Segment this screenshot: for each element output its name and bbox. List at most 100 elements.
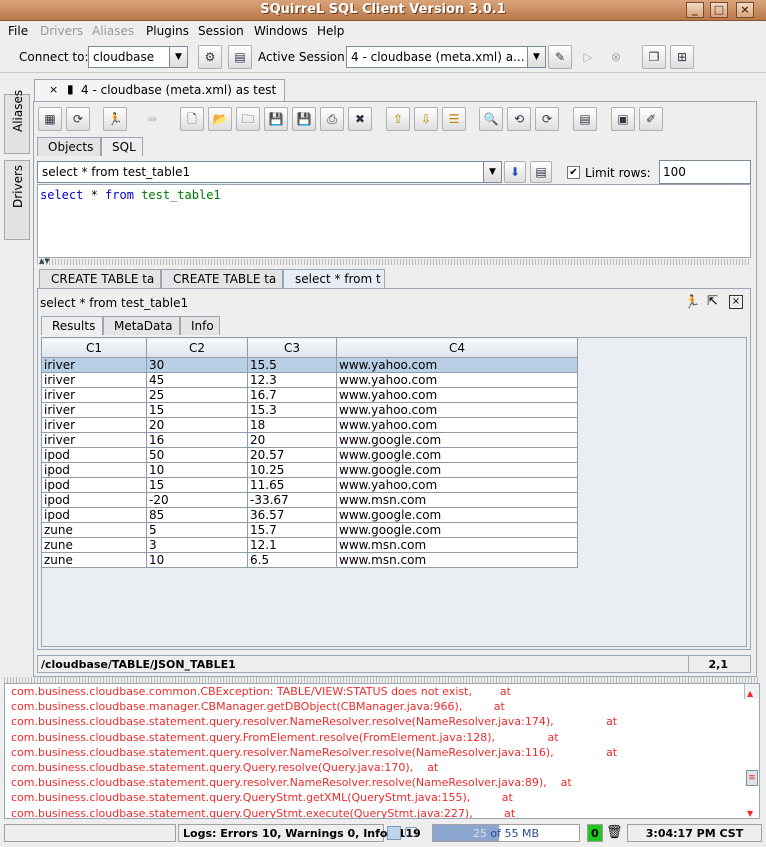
menu-session[interactable]: Session xyxy=(198,24,244,38)
sql-editor[interactable]: select * from test_table1 xyxy=(37,184,751,258)
maximize-button[interactable]: □ xyxy=(710,2,728,18)
table-cell[interactable]: www.google.com xyxy=(336,507,578,523)
close-button[interactable]: × xyxy=(736,2,754,18)
sql-list-icon[interactable]: ▤ xyxy=(530,161,552,183)
export-icon[interactable]: ▣ xyxy=(611,107,635,131)
splitter-arrows-icon[interactable]: ▲▼ xyxy=(39,257,50,265)
table-cell[interactable]: 11.65 xyxy=(247,477,337,493)
table-cell[interactable]: 36.57 xyxy=(247,507,337,523)
table-row[interactable]: iriver 30 15.5 www.yahoo.com xyxy=(41,357,578,373)
stop-icon[interactable]: ⊗ xyxy=(604,45,628,69)
menu-file[interactable]: File xyxy=(8,24,28,38)
tab-sql[interactable]: SQL xyxy=(101,137,143,156)
table-cell[interactable]: -33.67 xyxy=(247,492,337,508)
edit-icon[interactable]: ✐ xyxy=(639,107,663,131)
list-icon[interactable]: ☰ xyxy=(442,107,466,131)
table-cell[interactable]: 25 xyxy=(146,387,248,403)
new-window-icon[interactable]: ❐ xyxy=(642,45,666,69)
table-cell[interactable]: www.yahoo.com xyxy=(336,387,578,403)
tab-metadata[interactable]: MetaData xyxy=(103,316,180,335)
column-header[interactable]: C3 xyxy=(247,337,337,358)
chevron-down-icon[interactable]: ▼ xyxy=(527,47,545,67)
result-tab-create-1[interactable]: CREATE TABLE ta xyxy=(39,269,161,288)
tab-info[interactable]: Info xyxy=(180,316,220,335)
table-cell[interactable]: 3 xyxy=(146,537,248,553)
table-cell[interactable]: iriver xyxy=(41,357,147,373)
column-header[interactable]: C2 xyxy=(146,337,248,358)
menu-plugins[interactable]: Plugins xyxy=(146,24,189,38)
chevron-down-icon[interactable]: ▼ xyxy=(483,162,501,182)
execute-sql-icon[interactable]: ▦ xyxy=(38,107,62,131)
table-cell[interactable]: www.msn.com xyxy=(336,552,578,568)
limit-rows-input[interactable] xyxy=(659,160,751,184)
table-cell[interactable]: iriver xyxy=(41,432,147,448)
table-row[interactable]: ipod 85 36.57 www.google.com xyxy=(41,507,578,523)
table-cell[interactable]: 30 xyxy=(146,357,248,373)
table-row[interactable]: ipod -20 -33.67 www.msn.com xyxy=(41,492,578,508)
arrow-down-icon[interactable]: ⬇ xyxy=(504,161,526,183)
table-cell[interactable]: www.yahoo.com xyxy=(336,372,578,388)
memory-bar[interactable]: 25 of 55 MB xyxy=(432,824,580,842)
tab-objects[interactable]: Objects xyxy=(37,137,101,156)
table-cell[interactable]: www.google.com xyxy=(336,447,578,463)
run-man-icon[interactable]: 🏃 xyxy=(103,107,127,131)
table-cell[interactable]: 12.3 xyxy=(247,372,337,388)
limit-rows-checkbox[interactable]: ✔ xyxy=(567,166,580,179)
editor-splitter[interactable] xyxy=(37,259,751,265)
table-cell[interactable]: zune xyxy=(41,537,147,553)
tab-results[interactable]: Results xyxy=(41,316,103,335)
table-cell[interactable]: 15 xyxy=(146,402,248,418)
connect-combo[interactable]: cloudbase ▼ xyxy=(88,46,188,68)
menu-drivers[interactable]: Drivers xyxy=(40,24,83,38)
find-replace-icon[interactable]: ⟲ xyxy=(507,107,531,131)
table-cell[interactable]: www.google.com xyxy=(336,522,578,538)
monitor-icon[interactable]: 🖵 xyxy=(405,825,418,840)
table-cell[interactable]: 16.7 xyxy=(247,387,337,403)
scroll-thumb[interactable]: ≡ xyxy=(746,770,758,786)
table-cell[interactable]: 20 xyxy=(146,417,248,433)
table-cell[interactable]: -20 xyxy=(146,492,248,508)
menu-aliases[interactable]: Aliases xyxy=(92,24,134,38)
table-cell[interactable]: ipod xyxy=(41,477,147,493)
bookmark-icon[interactable]: ⟳ xyxy=(535,107,559,131)
table-cell[interactable]: ipod xyxy=(41,447,147,463)
table-row[interactable]: ipod 50 20.57 www.google.com xyxy=(41,447,578,463)
table-cell[interactable]: ipod xyxy=(41,492,147,508)
format-icon[interactable]: ▤ xyxy=(573,107,597,131)
column-header[interactable]: C1 xyxy=(41,337,147,358)
close-file-icon[interactable]: ✖ xyxy=(348,107,372,131)
table-row[interactable]: iriver 15 15.3 www.yahoo.com xyxy=(41,402,578,418)
table-row[interactable]: ipod 10 10.25 www.google.com xyxy=(41,462,578,478)
table-cell[interactable]: ipod xyxy=(41,462,147,478)
table-row[interactable]: iriver 45 12.3 www.yahoo.com xyxy=(41,372,578,388)
result-tab-create-2[interactable]: CREATE TABLE ta xyxy=(161,269,283,288)
table-cell[interactable]: 20.57 xyxy=(247,447,337,463)
session-props-icon[interactable]: ✎ xyxy=(548,45,572,69)
table-cell[interactable]: www.yahoo.com xyxy=(336,357,578,373)
table-cell[interactable]: 16 xyxy=(146,432,248,448)
table-cell[interactable]: zune xyxy=(41,522,147,538)
table-cell[interactable]: zune xyxy=(41,552,147,568)
table-cell[interactable]: www.yahoo.com xyxy=(336,402,578,418)
sidebar-aliases[interactable]: Aliases xyxy=(4,90,30,154)
table-row[interactable]: zune 5 15.7 www.google.com xyxy=(41,522,578,538)
table-cell[interactable]: 10.25 xyxy=(247,462,337,478)
popout-icon[interactable]: ⇱ xyxy=(707,294,718,309)
active-session-combo[interactable]: 4 - cloudbase (meta.xml) a... ▼ xyxy=(346,46,546,68)
chevron-up-icon[interactable]: ▲ xyxy=(747,686,753,701)
table-cell[interactable]: 15 xyxy=(146,477,248,493)
arrow-down-icon[interactable]: ⇩ xyxy=(414,107,438,131)
table-cell[interactable]: www.google.com xyxy=(336,432,578,448)
table-cell[interactable]: 15.7 xyxy=(247,522,337,538)
save-icon[interactable]: 💾 xyxy=(264,107,288,131)
chevron-down-icon[interactable]: ▼ xyxy=(169,47,187,67)
log-icon[interactable] xyxy=(387,826,401,840)
table-row[interactable]: iriver 16 20 www.google.com xyxy=(41,432,578,448)
table-cell[interactable]: www.msn.com xyxy=(336,537,578,553)
result-tab-select[interactable]: select * from t xyxy=(283,269,385,288)
refresh-icon[interactable]: ⟳ xyxy=(66,107,90,131)
table-cell[interactable]: ipod xyxy=(41,507,147,523)
save-as-icon[interactable]: 💾 xyxy=(292,107,316,131)
table-cell[interactable]: 18 xyxy=(247,417,337,433)
table-cell[interactable]: www.msn.com xyxy=(336,492,578,508)
